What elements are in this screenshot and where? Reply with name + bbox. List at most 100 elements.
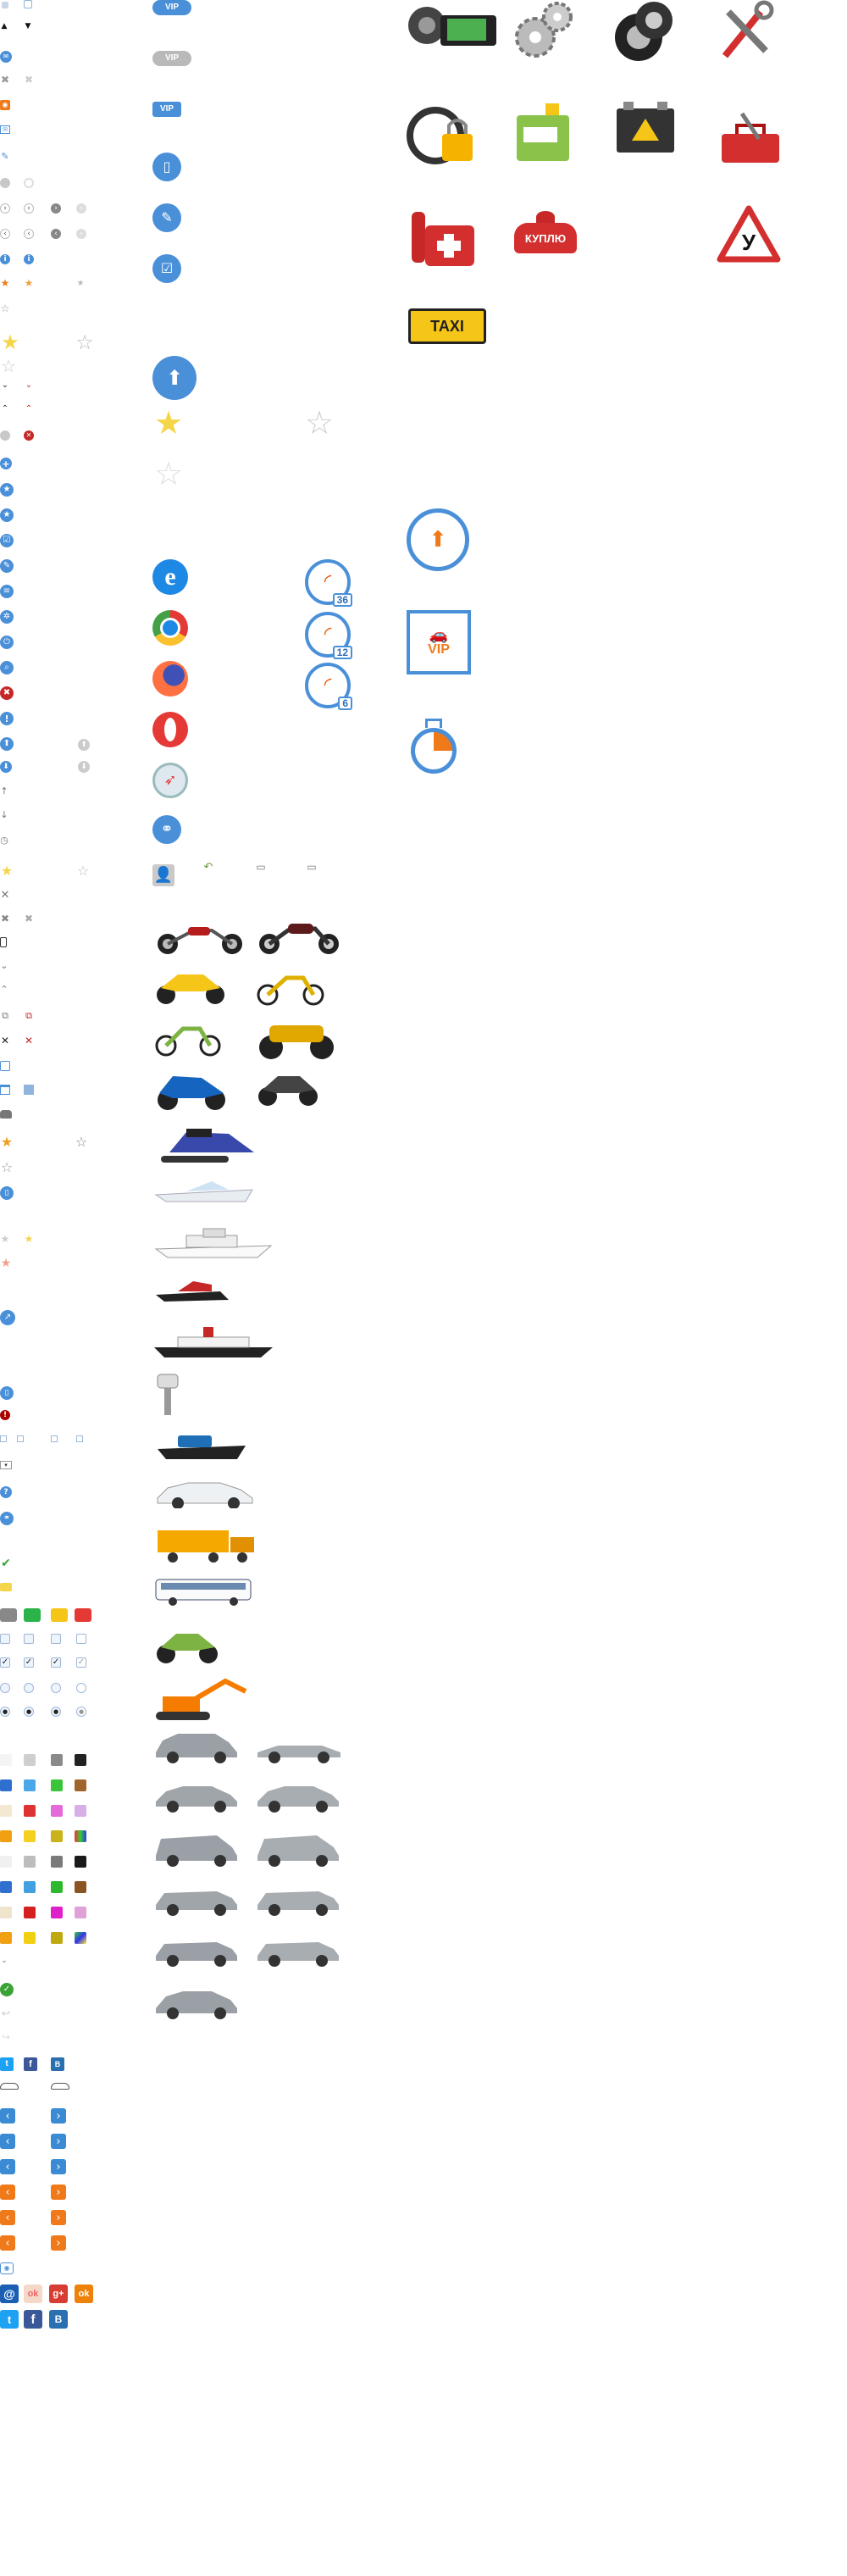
close-grey-icon-2[interactable]: ✖	[24, 913, 34, 924]
link-small-icon[interactable]: ⧉	[0, 1010, 10, 1020]
swatch-multi-2[interactable]	[75, 1932, 86, 1944]
radio-empty-4[interactable]	[76, 1683, 86, 1693]
swatch-black[interactable]	[75, 1754, 86, 1766]
twitter-small-icon[interactable]: t	[0, 2057, 14, 2071]
nav-right-button-3[interactable]: ›	[51, 2159, 66, 2174]
comments-icon[interactable]: ▭	[305, 861, 318, 873]
star-outline-grey-icon[interactable]: ☆	[0, 358, 17, 375]
star-grey-small-icon[interactable]: ★	[76, 280, 85, 288]
star-outline-dark-icon[interactable]: ☆	[75, 1135, 88, 1149]
alert-red-icon[interactable]: !	[0, 1410, 10, 1420]
checkbox-checked-4[interactable]: ✓	[76, 1657, 86, 1668]
swatch-grey[interactable]	[51, 1754, 63, 1766]
dropdown-small-icon[interactable]: ▾	[0, 1461, 12, 1469]
checkbox-circle-icon[interactable]: ☑	[0, 534, 14, 547]
chrome-browser-icon[interactable]	[152, 610, 188, 646]
remove-red-icon[interactable]: ✕	[24, 430, 34, 441]
swatch-red-2[interactable]	[24, 1907, 36, 1918]
odnoklassniki-icon[interactable]: ok	[75, 2285, 93, 2303]
checkbox-checked-3[interactable]: ✓	[51, 1657, 61, 1668]
phone-circle-icon[interactable]: ▯	[0, 1186, 14, 1200]
radio-empty-3[interactable]	[51, 1683, 61, 1693]
swatch-lightblue-2[interactable]	[24, 1881, 36, 1893]
swatch-orange[interactable]	[0, 1830, 12, 1842]
caret-up-icon[interactable]: ⌃	[0, 405, 10, 414]
mail-icon[interactable]: ✉	[0, 51, 12, 63]
power-circle-icon[interactable]: ⏻	[0, 636, 14, 649]
star-yellow-small-2-icon[interactable]: ★	[24, 1234, 34, 1244]
calendar-small-icon[interactable]	[0, 1061, 10, 1071]
window-small-icon[interactable]	[0, 1085, 10, 1095]
swatch-orange-2[interactable]	[0, 1932, 12, 1944]
star-circle-icon-2[interactable]: ★	[0, 508, 14, 522]
nav-right-orange-button-3[interactable]: ›	[51, 2235, 66, 2251]
edit-circle-big-icon[interactable]: ✎	[152, 203, 181, 232]
odnoklassniki-light-icon[interactable]: ok	[24, 2285, 42, 2303]
swatch-multi[interactable]	[75, 1830, 86, 1842]
chevron-right-icon-2[interactable]: ›	[24, 203, 34, 214]
radio-checked[interactable]: ●	[0, 1707, 10, 1717]
swatch-black-2[interactable]	[75, 1856, 86, 1868]
swatch-grey-2[interactable]	[51, 1856, 63, 1868]
swatch-white[interactable]	[0, 1754, 12, 1766]
caret-down-icon[interactable]: ⌄	[0, 381, 10, 390]
ie-browser-icon[interactable]: e	[152, 559, 188, 595]
plus-circle-icon[interactable]: +	[0, 458, 12, 469]
nav-left-button[interactable]: ‹	[0, 2108, 15, 2124]
swatch-lilac[interactable]	[75, 1805, 86, 1817]
arrow-up-circle-icon[interactable]: ⬆	[0, 737, 14, 751]
star-orange-icon[interactable]: ★	[0, 278, 10, 288]
info-icon[interactable]: i	[0, 254, 10, 264]
nav-right-orange-button-2[interactable]: ›	[51, 2210, 66, 2225]
share-circle-icon[interactable]: ↗	[0, 1310, 15, 1325]
comment-icon[interactable]: ▭	[254, 861, 268, 873]
checkbox-empty-4[interactable]	[76, 1634, 86, 1644]
edit-circle-icon[interactable]: ✎	[0, 559, 14, 573]
vk-icon[interactable]: В	[49, 2310, 68, 2329]
star-circle-icon[interactable]: ★	[0, 483, 14, 497]
swatch-olive[interactable]	[51, 1830, 63, 1842]
upload-ring-icon[interactable]: ⬆	[407, 508, 469, 571]
swatch-blue-2[interactable]	[0, 1881, 12, 1893]
chevron-down-small-icon[interactable]: ⌄	[0, 961, 8, 970]
link-red-small-icon[interactable]: ⧉	[24, 1010, 34, 1020]
swatch-lilac-2[interactable]	[75, 1907, 86, 1918]
safari-browser-icon[interactable]: ➶	[152, 763, 188, 798]
swatch-brown-2[interactable]	[75, 1881, 86, 1893]
checkbox-checked[interactable]: ✓	[0, 1657, 10, 1668]
pencil-icon[interactable]: ✎	[0, 151, 10, 161]
chevron-left-icon-2[interactable]: ‹	[24, 229, 34, 239]
envelope-icon[interactable]: ✉	[0, 125, 10, 134]
radio-empty[interactable]	[0, 1683, 10, 1693]
checkbox-circle-big-icon[interactable]: ☑	[152, 254, 181, 283]
nav-left-orange-button-2[interactable]: ‹	[0, 2210, 15, 2225]
nav-left-orange-button-3[interactable]: ‹	[0, 2235, 15, 2251]
caret-down-red-icon[interactable]: ⌄	[24, 381, 34, 390]
nav-left-orange-button[interactable]: ‹	[0, 2185, 15, 2200]
close-red-icon[interactable]: ✕	[24, 1035, 34, 1046]
close-icon[interactable]: ✖	[0, 75, 10, 85]
nav-right-button[interactable]: ›	[51, 2108, 66, 2124]
mail-ru-icon[interactable]: @	[0, 2285, 19, 2303]
vk-small-icon[interactable]: В	[51, 2057, 64, 2071]
swatch-white-2[interactable]	[0, 1856, 12, 1868]
chevron-up-small-icon[interactable]: ⌃	[0, 985, 8, 994]
star-half-icon[interactable]: ★	[24, 278, 34, 288]
star-yellow-small-icon[interactable]: ★	[0, 864, 14, 878]
chevron-left-light-icon[interactable]: ‹	[76, 229, 86, 239]
vip-car-box-icon[interactable]: 🚗 VIP	[407, 610, 471, 675]
question-circle-icon[interactable]: ?	[0, 1486, 12, 1498]
grid-small-icon[interactable]	[24, 1085, 34, 1095]
remove-grey-icon[interactable]	[0, 430, 10, 441]
star-yellow-big-icon[interactable]: ★	[152, 407, 185, 439]
close-light-icon[interactable]: ✖	[24, 75, 34, 85]
checkbox-checked-2[interactable]: ✓	[24, 1657, 34, 1668]
swatch-blue[interactable]	[0, 1779, 12, 1791]
info-icon-2[interactable]: i	[24, 254, 34, 264]
swatch-lightgrey[interactable]	[24, 1754, 36, 1766]
caret-up-red-icon[interactable]: ⌃	[24, 405, 34, 414]
star-yellow-icon[interactable]: ★	[0, 332, 20, 353]
cross-thin-icon[interactable]: ✕	[0, 890, 10, 901]
google-plus-icon[interactable]: g+	[49, 2285, 68, 2303]
star-outline-small-icon[interactable]: ☆	[0, 303, 10, 314]
